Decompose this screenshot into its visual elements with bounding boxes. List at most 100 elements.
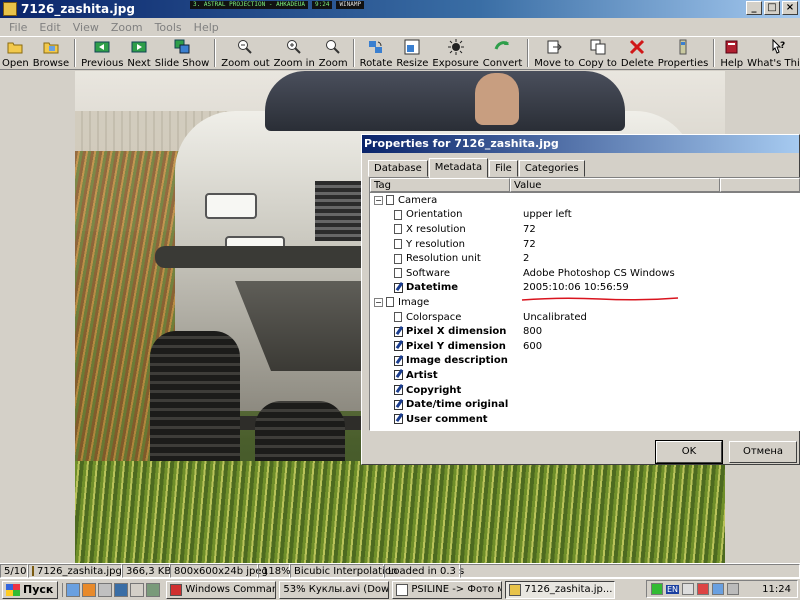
open-button[interactable]: Open: [0, 37, 31, 69]
menu-tools[interactable]: Tools: [149, 21, 188, 34]
tray-volume-icon[interactable]: [682, 583, 695, 595]
windows-flag-icon: [6, 583, 20, 596]
tray-monitor-icon[interactable]: [712, 583, 725, 595]
metadata-row[interactable]: Colorspace Uncalibrated: [370, 310, 800, 325]
dialog-tabs: Database Metadata File Categories: [368, 157, 586, 178]
metadata-row[interactable]: Software Adobe Photoshop CS Windows: [370, 266, 800, 281]
metadata-value: 72: [523, 223, 536, 235]
metadata-row[interactable]: Pixel X dimension 800: [370, 324, 800, 339]
metadata-row[interactable]: User comment: [370, 412, 800, 427]
metadata-value: upper left: [523, 209, 572, 221]
toolbar-separator: [214, 39, 217, 67]
tab-database[interactable]: Database: [368, 160, 428, 177]
quick-launch: [62, 582, 163, 597]
metadata-row[interactable]: Artist: [370, 368, 800, 383]
editable-tag-icon: [394, 414, 403, 425]
metadata-header: Tag Value: [370, 178, 800, 193]
winamp-bar[interactable]: 3. ASTRAL PROJECTION - AHKADEUA 9:24 WIN…: [190, 1, 740, 9]
metadata-tag: Date/time original: [406, 399, 509, 411]
metadata-tag: Resolution unit: [406, 253, 481, 265]
taskbar-item-windows-commander[interactable]: Windows Comman...: [166, 580, 277, 599]
next-button[interactable]: Next: [125, 37, 152, 69]
move-to-button[interactable]: Move to: [532, 37, 576, 69]
tree-group-label: Image: [398, 296, 430, 308]
collapse-icon[interactable]: −: [374, 195, 383, 205]
photo-driver: [475, 73, 519, 125]
toolbar-separator: [74, 39, 77, 67]
tab-metadata[interactable]: Metadata: [428, 158, 489, 178]
metadata-row[interactable]: Y resolution 72: [370, 237, 800, 252]
start-button[interactable]: Пуск: [2, 580, 59, 599]
browse-button[interactable]: Browse: [31, 37, 71, 69]
metadata-value: Adobe Photoshop CS Windows: [523, 267, 675, 279]
editable-tag-icon: [394, 282, 403, 293]
resize-button[interactable]: Resize: [394, 37, 430, 69]
metadata-row[interactable]: Resolution unit 2: [370, 251, 800, 266]
column-header-tag[interactable]: Tag: [370, 178, 510, 192]
metadata-row[interactable]: Copyright: [370, 383, 800, 398]
menu-zoom[interactable]: Zoom: [105, 21, 149, 34]
menu-help[interactable]: Help: [188, 21, 225, 34]
menu-edit[interactable]: Edit: [33, 21, 66, 34]
taskbar-item-image-viewer[interactable]: 7126_zashita.jp...: [505, 580, 616, 599]
commander-icon: [170, 583, 183, 596]
editable-tag-icon: [394, 370, 403, 381]
quick-launch-desktop-icon[interactable]: [146, 582, 161, 597]
zoom-dropdown-button[interactable]: Zoom: [317, 37, 350, 69]
slideshow-button[interactable]: Slide Show: [153, 37, 212, 69]
metadata-tag: Artist: [406, 369, 438, 381]
slideshow-icon: [174, 39, 190, 55]
cancel-button[interactable]: Отмена: [729, 441, 797, 463]
column-header-value[interactable]: Value: [510, 178, 720, 192]
exposure-icon: [447, 39, 464, 55]
metadata-row[interactable]: Datetime 2005:10:06 10:56:59: [370, 281, 800, 296]
metadata-row[interactable]: Orientation upper left: [370, 208, 800, 223]
tree-group-camera[interactable]: − Camera: [370, 193, 800, 208]
status-bar: 5/10 7126_zashita.jpg 366,3 KB 800x600x2…: [0, 563, 800, 578]
metadata-value: 2: [523, 253, 530, 265]
toolbar-separator: [527, 39, 530, 67]
metadata-tree[interactable]: − Camera Orientation upper left X resolution…: [370, 193, 800, 427]
convert-button[interactable]: Convert: [481, 37, 525, 69]
tray-usb-icon[interactable]: [727, 583, 740, 595]
help-book-icon: [724, 39, 740, 55]
metadata-tag: Y resolution: [406, 238, 465, 250]
zoom-in-button[interactable]: Zoom in: [272, 37, 317, 69]
ok-button[interactable]: OK: [655, 440, 723, 464]
collapse-icon[interactable]: −: [374, 297, 383, 307]
quick-launch-browser-icon[interactable]: [66, 582, 81, 597]
metadata-row[interactable]: Date/time original: [370, 397, 800, 412]
tab-categories[interactable]: Categories: [518, 160, 585, 177]
previous-button[interactable]: Previous: [79, 37, 125, 69]
tray-app-icon[interactable]: [697, 583, 710, 595]
metadata-row[interactable]: X resolution 72: [370, 222, 800, 237]
zoom-out-button[interactable]: Zoom out: [219, 37, 271, 69]
metadata-panel: Tag Value − Camera Orientation upper left X …: [369, 177, 800, 431]
language-indicator[interactable]: EN: [666, 584, 680, 594]
copy-to-icon: [590, 39, 606, 55]
quick-launch-media-icon[interactable]: [130, 582, 145, 597]
exposure-button[interactable]: Exposure: [430, 37, 480, 69]
menu-view[interactable]: View: [67, 21, 105, 34]
close-button[interactable]: ×: [782, 1, 798, 15]
menu-file[interactable]: File: [3, 21, 33, 34]
maximize-button[interactable]: □: [764, 1, 780, 15]
tray-network-icon[interactable]: [651, 583, 663, 595]
tab-file[interactable]: File: [489, 160, 518, 177]
quick-launch-network-icon[interactable]: [114, 582, 129, 597]
properties-button[interactable]: Properties: [656, 37, 711, 69]
help-button[interactable]: Help: [718, 37, 745, 69]
whats-this-button[interactable]: ?What's This?: [745, 37, 800, 69]
delete-button[interactable]: Delete: [619, 37, 656, 69]
metadata-row[interactable]: Pixel Y dimension 600: [370, 339, 800, 354]
metadata-tag: Pixel Y dimension: [406, 340, 506, 352]
editable-tag-icon: [394, 385, 403, 396]
copy-to-button[interactable]: Copy to: [576, 37, 619, 69]
taskbar-item-psiline[interactable]: PSILINE -> Фото м...: [392, 580, 503, 599]
quick-launch-settings-icon[interactable]: [98, 582, 113, 597]
metadata-row[interactable]: Image description: [370, 354, 800, 369]
quick-launch-firefox-icon[interactable]: [82, 582, 97, 597]
rotate-button[interactable]: Rotate: [358, 37, 395, 69]
minimize-button[interactable]: _: [746, 1, 762, 15]
taskbar-item-download[interactable]: 53% Куклы.avi (Down...: [279, 580, 390, 599]
